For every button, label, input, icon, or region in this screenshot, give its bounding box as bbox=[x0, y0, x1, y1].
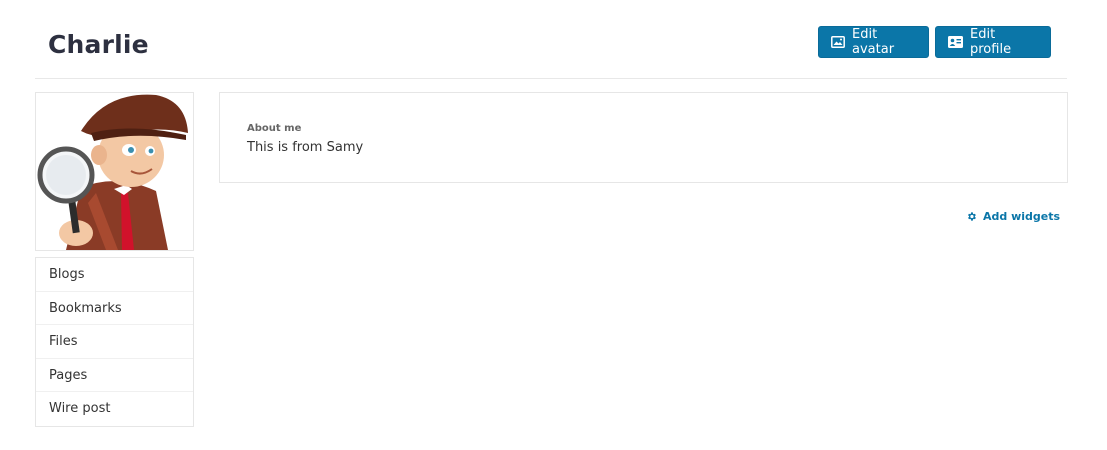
profile-page: Charlie Edit avatar Edit profile Blogs B… bbox=[0, 0, 1107, 450]
profile-header: Charlie Edit avatar Edit profile bbox=[35, 0, 1067, 79]
sidebar-item-bookmarks[interactable]: Bookmarks bbox=[36, 292, 193, 326]
page-title: Charlie bbox=[48, 30, 149, 59]
avatar[interactable] bbox=[35, 92, 194, 251]
edit-avatar-label: Edit avatar bbox=[852, 27, 895, 57]
add-widgets-label: Add widgets bbox=[983, 210, 1061, 223]
about-me-card: About me This is from Samy bbox=[219, 92, 1068, 183]
edit-profile-label: Edit profile bbox=[970, 27, 1012, 57]
image-icon bbox=[831, 36, 845, 48]
about-me-text: This is from Samy bbox=[247, 140, 364, 155]
about-me-label: About me bbox=[247, 123, 302, 134]
edit-profile-button[interactable]: Edit profile bbox=[935, 26, 1051, 58]
id-card-icon bbox=[948, 36, 963, 48]
sidebar-item-blogs[interactable]: Blogs bbox=[36, 258, 193, 292]
add-widgets-link[interactable]: Add widgets bbox=[966, 210, 1060, 223]
detective-avatar-image bbox=[36, 93, 193, 250]
profile-owner-menu: Blogs Bookmarks Files Pages Wire post bbox=[35, 257, 194, 427]
sidebar-item-files[interactable]: Files bbox=[36, 325, 193, 359]
edit-avatar-button[interactable]: Edit avatar bbox=[818, 26, 929, 58]
sidebar-item-wire-post[interactable]: Wire post bbox=[36, 392, 193, 426]
sidebar-item-pages[interactable]: Pages bbox=[36, 359, 193, 393]
gear-icon bbox=[968, 212, 976, 221]
